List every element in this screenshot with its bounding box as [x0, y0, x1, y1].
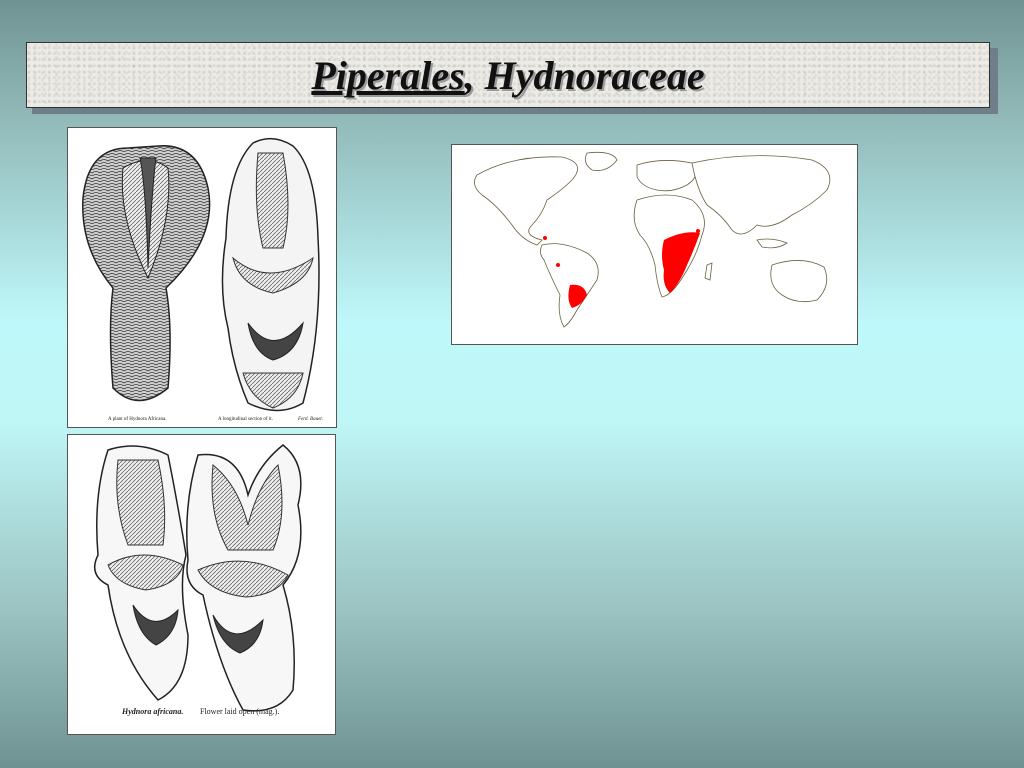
plant-illustration-icon — [82, 137, 320, 412]
flower-caption-species: Hydnora africana. — [122, 707, 184, 716]
title-banner: Piperales, Hydnoraceae — [26, 42, 990, 108]
plant-caption-left: A plant of Hydnora Africana. — [108, 417, 167, 422]
title-family: , Hydnoraceae — [464, 52, 705, 98]
title-order: Piperales — [311, 52, 465, 98]
flower-caption-text: Flower laid open (mag.). — [200, 707, 280, 716]
slide-title: Piperales, Hydnoraceae — [311, 52, 704, 99]
world-distribution-map-icon — [452, 145, 857, 344]
plant-illustration-frame: A plant of Hydnora Africana. A longitudi… — [67, 127, 337, 428]
plant-caption-right: A longitudinal section of it. — [218, 417, 273, 422]
flower-illustration-icon — [93, 444, 302, 712]
world-map-frame — [451, 144, 858, 345]
plant-caption-credit: Ferd. Bauer. — [298, 417, 323, 422]
flower-illustration-frame: Hydnora africana. Flower laid open (mag.… — [67, 434, 336, 735]
